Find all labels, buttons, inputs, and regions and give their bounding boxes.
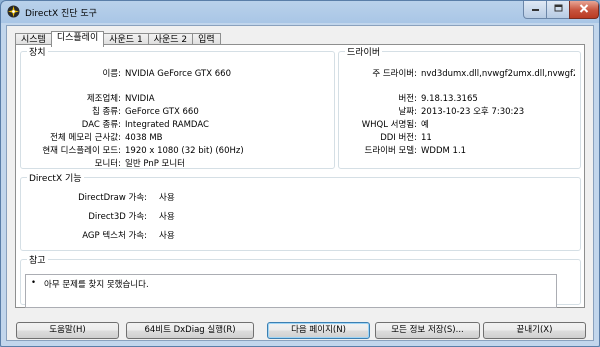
version-value: 9.18.13.3165	[421, 94, 478, 104]
device-name-label: 이름:	[102, 69, 121, 79]
help-button[interactable]: 도움말(H)	[16, 322, 119, 339]
agp-texture-value: 사용	[159, 231, 175, 241]
manufacturer-value: NVIDIA	[125, 94, 155, 104]
driver-row: WHQL 서명됨: 예	[339, 119, 575, 131]
window-title: DirectX 진단 도구	[25, 9, 97, 19]
drivers-legend: 드라이버	[347, 48, 381, 58]
directx-row: DirectDraw 가속: 사용	[21, 192, 321, 204]
driver-model-label: 드라이버 모델:	[364, 146, 418, 156]
display-mode-value: 1920 x 1080 (32 bit) (60Hz)	[125, 146, 244, 156]
device-group: 장치 이름: NVIDIA GeForce GTX 660 제조업체: NVID…	[20, 45, 335, 169]
device-row: 모니터: 일반 PnP 모니터	[21, 158, 334, 170]
whql-value: 예	[421, 120, 429, 130]
save-all-information-button[interactable]: 모든 정보 저장(S)...	[375, 322, 480, 339]
main-driver-label: 주 드라이버:	[372, 69, 417, 79]
directx-features-group: DirectX 기능 DirectDraw 가속: 사용 Direct3D 가속…	[20, 171, 581, 251]
manufacturer-label: 제조업체:	[86, 94, 121, 104]
directx-features-legend: DirectX 기능	[29, 174, 82, 184]
ddi-version-label: DDI 버전:	[380, 133, 417, 143]
total-memory-value: 4038 MB	[125, 133, 163, 143]
notes-group: 참고 • 아무 문제를 찾지 못했습니다.	[20, 253, 581, 308]
date-label: 날짜:	[398, 107, 417, 117]
device-row: 전체 메모리 근사값: 4038 MB	[21, 132, 334, 144]
driver-row: 주 드라이버: nvd3dumx.dll,nvwgf2umx.dll,nvwgf…	[339, 68, 575, 80]
monitor-label: 모니터:	[94, 159, 121, 169]
total-memory-label: 전체 메모리 근사값:	[50, 133, 121, 143]
dialog-client: 시스템 디스플레이 사운드 1 사운드 2 입력 장치 이름: NVIDIA G…	[6, 25, 594, 341]
driver-row: 버전: 9.18.13.3165	[339, 93, 575, 105]
directdraw-label: DirectDraw 가속:	[78, 193, 147, 203]
exit-button[interactable]: 끝내기(X)	[483, 322, 586, 339]
direct3d-value: 사용	[159, 212, 175, 222]
direct3d-label: Direct3D 가속:	[88, 212, 147, 222]
chip-type-label: 칩 종류:	[91, 107, 121, 117]
main-driver-value: nvd3dumx.dll,nvwgf2umx.dll,nvwgf2u	[421, 69, 575, 79]
display-mode-label: 현재 디스플레이 모드:	[42, 146, 121, 156]
directx-row: Direct3D 가속: 사용	[21, 211, 321, 223]
driver-row: DDI 버전: 11	[339, 132, 575, 144]
date-value: 2013-10-23 오후 7:30:23	[421, 107, 525, 117]
driver-model-value: WDDM 1.1	[421, 146, 467, 156]
minimize-button[interactable]	[523, 1, 547, 19]
directdraw-value: 사용	[159, 193, 175, 203]
device-legend: 장치	[29, 48, 46, 58]
agp-texture-label: AGP 텍스처 가속:	[82, 231, 147, 241]
device-name-value: NVIDIA GeForce GTX 660	[125, 69, 231, 79]
run-64bit-dxdiag-button[interactable]: 64비트 DxDiag 실행(R)	[126, 322, 254, 339]
close-icon	[579, 3, 589, 16]
device-row: DAC 종류: Integrated RAMDAC	[21, 119, 334, 131]
title-bar[interactable]: DirectX 진단 도구	[1, 1, 599, 23]
directx-row: AGP 텍스처 가속: 사용	[21, 230, 321, 242]
device-row: 현재 디스플레이 모드: 1920 x 1080 (32 bit) (60Hz)	[21, 145, 334, 157]
tab-display[interactable]: 디스플레이	[50, 31, 105, 47]
monitor-value: 일반 PnP 모니터	[125, 159, 185, 169]
tab-strip: 시스템 디스플레이 사운드 1 사운드 2 입력	[15, 31, 221, 47]
ddi-version-value: 11	[421, 133, 432, 143]
version-label: 버전:	[398, 94, 417, 104]
directx-icon	[7, 5, 20, 18]
driver-row: 날짜: 2013-10-23 오후 7:30:23	[339, 106, 575, 118]
notes-legend: 참고	[29, 256, 46, 266]
dxdiag-window: DirectX 진단 도구 시스템 디스플레이 사운드 1 사운드 2 입력 장…	[0, 0, 600, 347]
display-tab-panel: 장치 이름: NVIDIA GeForce GTX 660 제조업체: NVID…	[15, 44, 585, 308]
driver-row: 드라이버 모델: WDDM 1.1	[339, 145, 575, 157]
drivers-group: 드라이버 주 드라이버: nvd3dumx.dll,nvwgf2umx.dll,…	[338, 45, 581, 169]
notes-list[interactable]: • 아무 문제를 찾지 못했습니다.	[25, 274, 557, 308]
close-button[interactable]	[569, 1, 599, 19]
minimize-icon	[531, 5, 540, 15]
notes-item: 아무 문제를 찾지 못했습니다.	[44, 280, 149, 290]
device-row: 제조업체: NVIDIA	[21, 93, 334, 105]
device-row: 이름: NVIDIA GeForce GTX 660	[21, 68, 334, 80]
maximize-button[interactable]	[546, 1, 570, 19]
device-row: 칩 종류: GeForce GTX 660	[21, 106, 334, 118]
maximize-icon	[554, 4, 563, 15]
next-page-button[interactable]: 다음 페이지(N)	[267, 322, 370, 339]
notes-bullet: •	[31, 278, 37, 288]
chip-type-value: GeForce GTX 660	[125, 107, 199, 117]
dac-type-label: DAC 종류:	[81, 120, 121, 130]
whql-label: WHQL 서명됨:	[361, 120, 417, 130]
dac-type-value: Integrated RAMDAC	[125, 120, 209, 130]
